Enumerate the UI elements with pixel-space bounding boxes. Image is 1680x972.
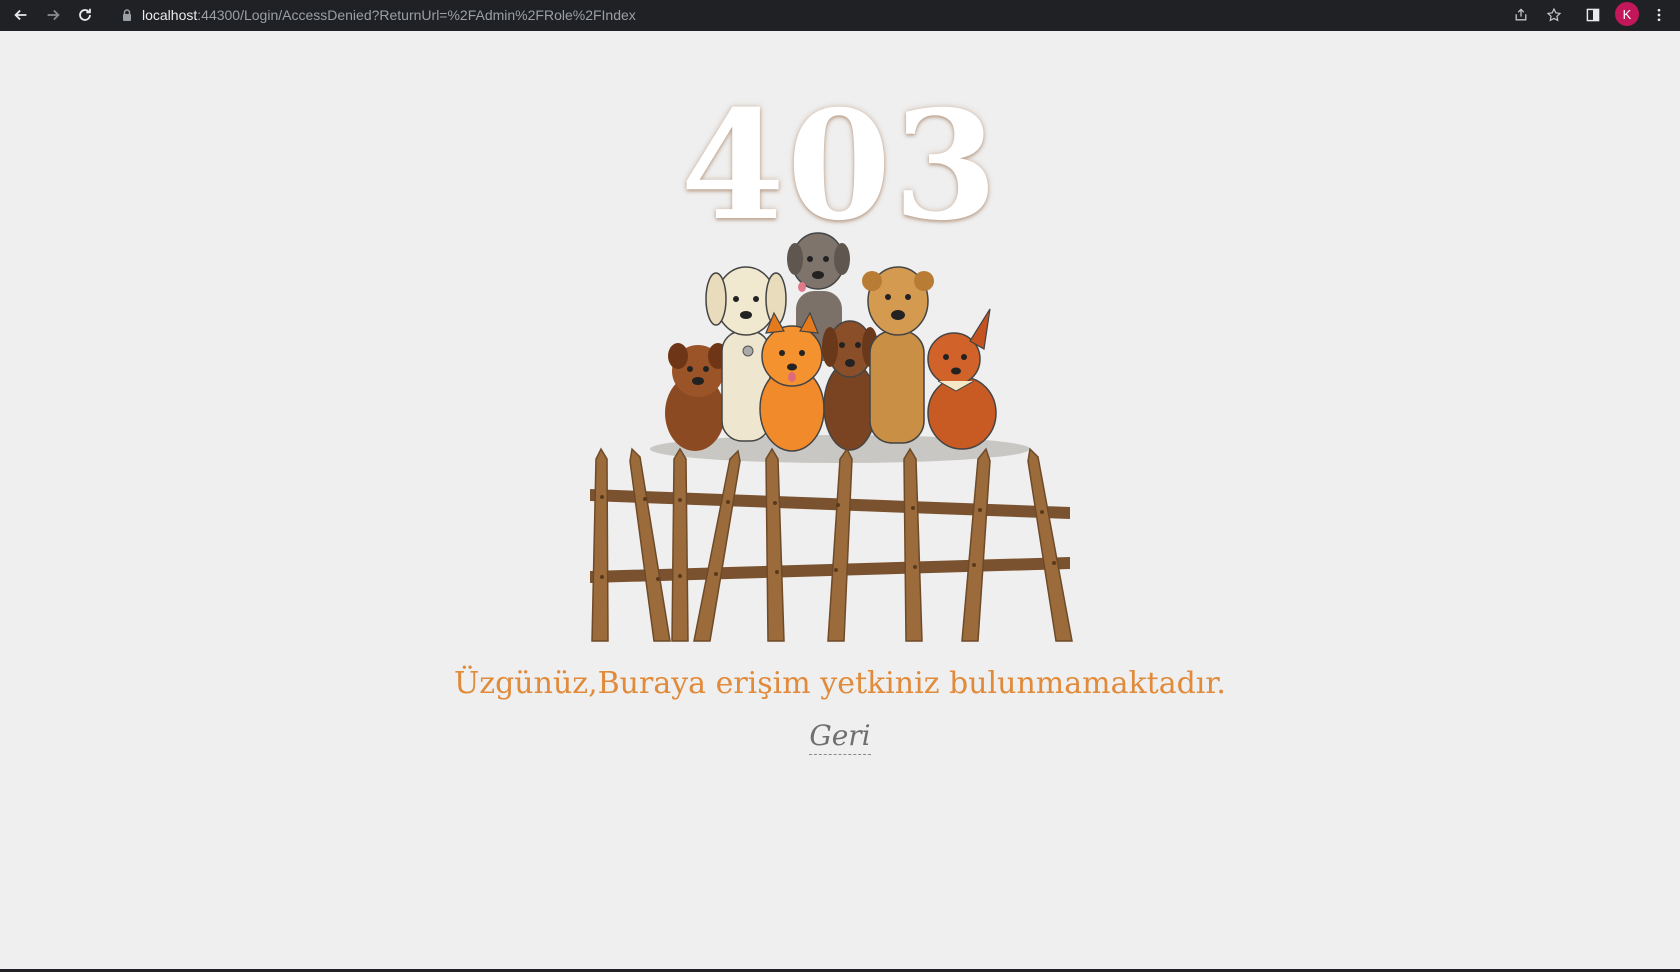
dogs-fence-illustration — [590, 232, 1073, 642]
back-link[interactable]: Geri — [809, 719, 871, 755]
error-code: 403 — [680, 78, 1000, 254]
lock-icon[interactable] — [120, 8, 134, 22]
bookmark-star-icon[interactable] — [1544, 5, 1564, 25]
reload-icon[interactable] — [74, 4, 96, 26]
url-path: :44300/Login/AccessDenied?ReturnUrl=%2FA… — [197, 7, 636, 23]
url-text[interactable]: localhost:44300/Login/AccessDenied?Retur… — [142, 6, 636, 24]
access-denied-message: Üzgünüz,Buraya erişim yetkiniz bulunmama… — [454, 666, 1226, 701]
forward-arrow-icon[interactable] — [42, 4, 64, 26]
side-panel-icon[interactable] — [1583, 5, 1603, 25]
more-menu-icon[interactable] — [1649, 5, 1669, 25]
url-host: localhost — [142, 7, 198, 23]
back-link-container: Geri — [0, 719, 1680, 755]
page-content: 403 Üzgünüz,Buraya erişim yetkiniz bulun… — [0, 31, 1680, 972]
share-icon[interactable] — [1511, 5, 1531, 25]
back-arrow-icon[interactable] — [10, 4, 32, 26]
address-bar[interactable]: localhost:44300/Login/AccessDenied?Retur… — [108, 2, 1548, 28]
profile-avatar[interactable]: K — [1615, 2, 1639, 26]
browser-toolbar: localhost:44300/Login/AccessDenied?Retur… — [0, 0, 1680, 31]
